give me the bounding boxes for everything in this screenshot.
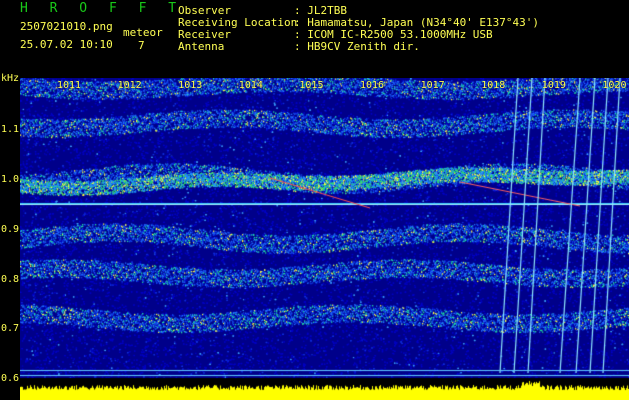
meteor-count: 7 xyxy=(138,39,145,52)
x-tick-label: 1019 xyxy=(541,80,566,91)
spectrogram-canvas xyxy=(20,78,629,400)
x-tick-label: 1013 xyxy=(178,80,203,91)
y-tick-label: 0.6 xyxy=(1,373,20,384)
y-tick-label: 0.7 xyxy=(1,323,20,334)
capture-datetime: 25.07.02 10:10 xyxy=(20,38,113,51)
y-tick-label: 0.8 xyxy=(1,274,20,285)
x-tick-label: 1017 xyxy=(420,80,445,91)
x-tick-label: 1018 xyxy=(481,80,506,91)
x-tick-label: 1016 xyxy=(360,80,385,91)
antenna-value: : HB9CV Zenith dir. xyxy=(294,40,420,53)
x-tick-label: 1012 xyxy=(117,80,142,91)
header: H R O F F T 2507021010.png 25.07.02 10:1… xyxy=(0,0,629,70)
app-brand: H R O F F T xyxy=(20,1,184,16)
x-tick-label: 1011 xyxy=(57,80,82,91)
x-tick-label: 1015 xyxy=(299,80,324,91)
y-tick-label: 1.0 xyxy=(1,174,20,185)
image-filename: 2507021010.png xyxy=(20,20,113,33)
y-tick-label: 1.1 xyxy=(1,124,20,135)
x-tick-label: 1014 xyxy=(238,80,263,91)
antenna-label: Antenna xyxy=(178,40,225,53)
x-tick-label: 1020 xyxy=(602,80,627,91)
y-axis-unit: kHz xyxy=(1,73,20,84)
meteor-label: meteor xyxy=(123,26,163,39)
y-tick-label: 0.9 xyxy=(1,224,20,235)
